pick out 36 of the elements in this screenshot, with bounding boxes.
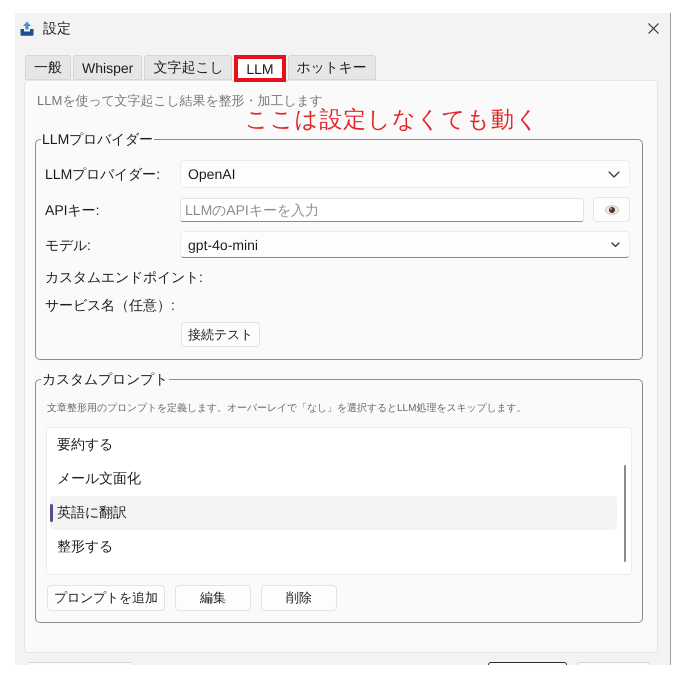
- scrollbar-thumb[interactable]: [624, 465, 626, 562]
- prompt-item[interactable]: 英語に翻訳: [50, 496, 617, 530]
- dialog-button-edge[interactable]: [488, 662, 567, 665]
- tab[interactable]: 一般: [25, 55, 71, 80]
- prompt-item[interactable]: 整形する: [50, 530, 617, 564]
- tab[interactable]: LLM: [234, 55, 286, 82]
- tray-arrow-icon: [20, 20, 34, 36]
- prompt-item[interactable]: メール文面化: [50, 462, 617, 496]
- provider-dropdown[interactable]: OpenAI: [180, 160, 630, 188]
- prompt-item[interactable]: 要約する: [50, 428, 617, 462]
- tab[interactable]: Whisper: [73, 55, 142, 80]
- annotation-note: ここは設定しなくても動く: [245, 107, 540, 131]
- close-icon[interactable]: [648, 22, 659, 34]
- show-key-button[interactable]: [593, 197, 630, 222]
- window-title: 設定: [43, 19, 71, 37]
- chevron-down-icon: [611, 242, 620, 247]
- group-title: LLMプロバイダー: [41, 131, 154, 147]
- model-combobox[interactable]: gpt-4o-mini: [180, 231, 630, 258]
- prompt-action-button[interactable]: プロンプトを追加: [47, 585, 165, 611]
- field-label: サービス名（任意）:: [45, 296, 175, 314]
- eye-icon: [604, 204, 618, 214]
- field-label: APIキー:: [45, 200, 100, 218]
- tab[interactable]: 文字起こし: [144, 55, 232, 80]
- field-label: モデル:: [45, 236, 92, 254]
- prompt-description: 文章整形用のプロンプトを定義します。オーバーレイで「なし」を選択するとLLM処理をスキップします。: [47, 402, 528, 415]
- field-label: LLMプロバイダー:: [45, 165, 162, 183]
- api-key-field[interactable]: LLMのAPIキーを入力: [180, 198, 584, 222]
- test-connection-button[interactable]: 接続テスト: [181, 322, 260, 347]
- tab[interactable]: ホットキー: [288, 55, 376, 80]
- chevron-down-icon: [608, 170, 620, 178]
- panel-description: LLMを使って文字起こし結果を整形・加工します: [37, 93, 324, 108]
- prompt-action-button[interactable]: 削除: [261, 585, 337, 611]
- prompt-action-button[interactable]: 編集: [175, 585, 251, 611]
- selection-indicator: [50, 504, 53, 522]
- group-title: カスタムプロンプト: [41, 371, 169, 387]
- field-label: カスタムエンドポイント:: [45, 268, 203, 286]
